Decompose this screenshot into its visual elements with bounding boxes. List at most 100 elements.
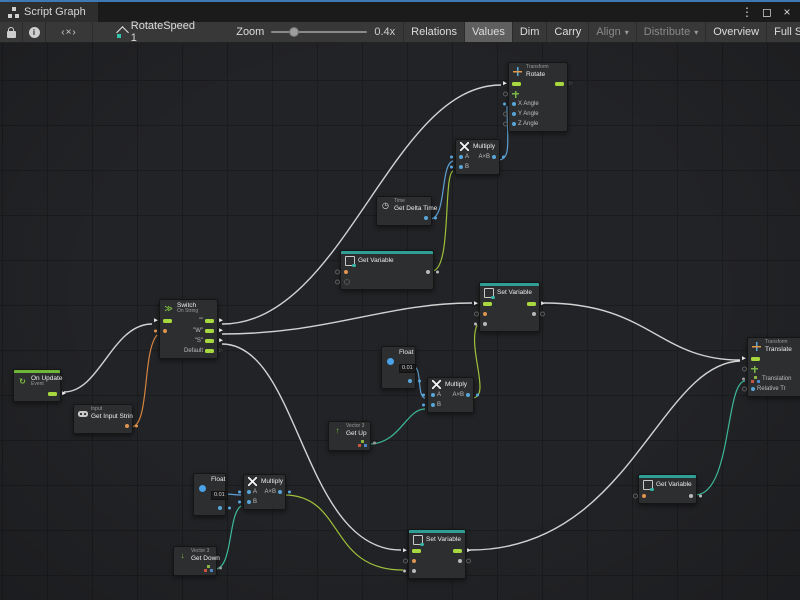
toolbar-button-carry[interactable]: Carry <box>546 22 588 42</box>
port-vector3-icon <box>361 440 364 443</box>
multiply-lower-port-float-l[interactable]: B <box>247 497 257 507</box>
port-row <box>748 364 800 374</box>
node-set-variable-bottom[interactable]: Set Variable▶▶ <box>408 529 466 579</box>
translate-port-flow-l[interactable]: ▶ <box>751 354 760 364</box>
node-multiply-top[interactable]: MultiplyAA×BB <box>455 139 500 175</box>
toolbar-button-align[interactable]: Align▾ <box>588 22 635 42</box>
multiply-top-port-float-l[interactable]: A <box>459 152 469 162</box>
multiply-mid-port-float-r[interactable]: A×B <box>452 390 470 400</box>
toolbar-button-dim[interactable]: Dim <box>512 22 547 42</box>
translate-port-float-l[interactable]: Relative Tr <box>751 384 786 394</box>
on-update-port-flow-r[interactable]: ▶ <box>48 389 57 399</box>
info-button[interactable]: i <box>23 22 46 42</box>
rotate-port-float-l[interactable]: X Angle <box>512 99 539 109</box>
zoom-slider[interactable] <box>271 31 367 33</box>
node-switch[interactable]: ≫SwitchOn String▶""▶"W"▶"S"▶Default▷ <box>159 299 218 359</box>
switch-port-string-l[interactable] <box>163 326 167 336</box>
float-icon <box>199 485 206 492</box>
float-icon <box>387 358 394 365</box>
toolbar-button-values[interactable]: Values <box>464 22 512 42</box>
node-set-variable-upper[interactable]: Set Variable▶▶ <box>479 282 540 332</box>
multiply-mid-port-float-l[interactable]: B <box>431 400 441 410</box>
get-variable-mid-port-string-l[interactable] <box>344 267 348 277</box>
get-variable-right-port-object-r[interactable] <box>689 491 693 501</box>
get-up-port-vector3-r[interactable] <box>358 438 367 448</box>
node-icon-wrap: ↑ <box>332 426 343 435</box>
multiply-top-port-float-l[interactable]: B <box>459 162 469 172</box>
port-float-icon <box>431 403 435 407</box>
float-mid-port-float-r[interactable] <box>408 376 412 386</box>
port-flow-icon <box>512 82 521 86</box>
switch-port-flow-r[interactable]: ""▶ <box>199 316 214 326</box>
node-multiply-mid[interactable]: MultiplyAA×BB <box>427 377 474 413</box>
lock-button[interactable] <box>0 22 23 42</box>
window-menu-button[interactable]: ⋮ <box>740 5 754 19</box>
set-variable-bottom-port-flow-l[interactable]: ▶ <box>412 546 421 556</box>
node-get-delta-time[interactable]: ◷TimeGet Delta Time <box>376 196 432 226</box>
node-get-variable-right[interactable]: Get Variable <box>638 474 697 504</box>
vector3-up-icon: ↑ <box>336 426 340 435</box>
port-object-icon <box>458 559 462 563</box>
rotate-port-flow-r[interactable]: ▷ <box>555 79 564 89</box>
translate-port-transform-l[interactable] <box>751 364 758 374</box>
chevron-down-icon: ▾ <box>625 28 629 37</box>
port-flow-icon <box>412 549 421 553</box>
rotate-port-float-l[interactable]: Z Angle <box>512 119 538 129</box>
switch-port-flow-r[interactable]: "W"▶ <box>193 326 214 336</box>
multiply-top-port-float-r[interactable]: A×B <box>478 152 496 162</box>
graph-breadcrumb[interactable]: RotateSpeed 1 <box>117 20 196 44</box>
get-input-port-string-r[interactable] <box>125 421 129 431</box>
node-translate[interactable]: TransformTranslate▶▷TranslationRelative … <box>747 337 800 397</box>
port-connector <box>633 494 638 499</box>
node-get-input[interactable]: InputGet Input Strin <box>73 404 133 434</box>
zoom-thumb[interactable] <box>289 27 299 37</box>
set-variable-bottom-port-object-r[interactable] <box>458 556 462 566</box>
toolbar-button-full-screen[interactable]: Full Screen <box>766 22 800 42</box>
rotate-port-float-l[interactable]: Y Angle <box>512 109 539 119</box>
switch-port-flow-r[interactable]: "S"▶ <box>195 336 214 346</box>
get-variable-mid-port-object-r[interactable] <box>426 267 430 277</box>
tab-script-graph[interactable]: Script Graph <box>0 2 98 22</box>
toolbar-button-overview[interactable]: Overview <box>705 22 766 42</box>
port-connector <box>418 379 421 382</box>
insert-node-button[interactable]: ‹×› <box>46 22 93 42</box>
multiply-lower-port-float-r[interactable]: A×B <box>264 487 282 497</box>
node-get-up[interactable]: ↑Vector 3Get Up <box>328 421 371 451</box>
node-on-update[interactable]: ↻On UpdateEvent▶ <box>13 369 61 402</box>
rotate-port-flow-l[interactable]: ▶ <box>512 79 521 89</box>
toolbar-button-relations[interactable]: Relations <box>403 22 464 42</box>
port-object-icon <box>483 322 487 326</box>
get-down-port-vector3-r[interactable] <box>204 563 213 573</box>
node-rotate[interactable]: TransformRotate▶▷X AngleY AngleZ Angle <box>508 62 568 132</box>
toolbar-button-distribute[interactable]: Distribute▾ <box>636 22 705 42</box>
close-button[interactable]: × <box>780 5 794 19</box>
node-get-down[interactable]: ↓Vector 3Get Down <box>173 546 217 576</box>
set-variable-upper-port-flow-r[interactable]: ▶ <box>527 299 536 309</box>
value-input[interactable]: 0.01 <box>399 364 416 373</box>
node-get-variable-mid[interactable]: Get Variable <box>340 250 434 290</box>
node-float-lower[interactable]: Float0.01 <box>193 473 226 516</box>
get-variable-right-port-string-l[interactable] <box>642 491 646 501</box>
multiply-lower-port-float-l[interactable]: A <box>247 487 257 497</box>
set-variable-upper-port-object-r[interactable] <box>532 309 536 319</box>
port-connector <box>219 567 222 570</box>
multiply-mid-port-float-l[interactable]: A <box>431 390 441 400</box>
set-variable-bottom-port-flow-r[interactable]: ▶ <box>453 546 462 556</box>
switch-port-flow-l[interactable]: ▶ <box>163 316 172 326</box>
set-variable-bottom-port-string-l[interactable] <box>412 556 416 566</box>
node-multiply-lower[interactable]: MultiplyAA×BB <box>243 474 286 510</box>
set-variable-upper-port-string-l[interactable] <box>483 309 487 319</box>
switch-port-flow-r[interactable]: Default▷ <box>184 346 214 356</box>
get-variable-mid-port-dim-l[interactable] <box>344 277 350 287</box>
maximize-button[interactable]: ◻ <box>760 5 774 19</box>
set-variable-upper-port-flow-l[interactable]: ▶ <box>483 299 492 309</box>
node-icon-wrap: ↻ <box>17 377 28 386</box>
value-input[interactable]: 0.01 <box>211 491 228 500</box>
rotate-port-transform-l[interactable] <box>512 89 519 99</box>
set-variable-upper-port-object-l[interactable] <box>483 319 487 329</box>
float-lower-port-float-r[interactable] <box>218 503 222 513</box>
set-variable-bottom-port-object-l[interactable] <box>412 566 416 576</box>
translate-port-vector3-l[interactable]: Translation <box>751 374 791 384</box>
get-delta-time-port-float-r[interactable] <box>424 213 428 223</box>
node-float-mid[interactable]: Float0.01 <box>381 346 416 389</box>
